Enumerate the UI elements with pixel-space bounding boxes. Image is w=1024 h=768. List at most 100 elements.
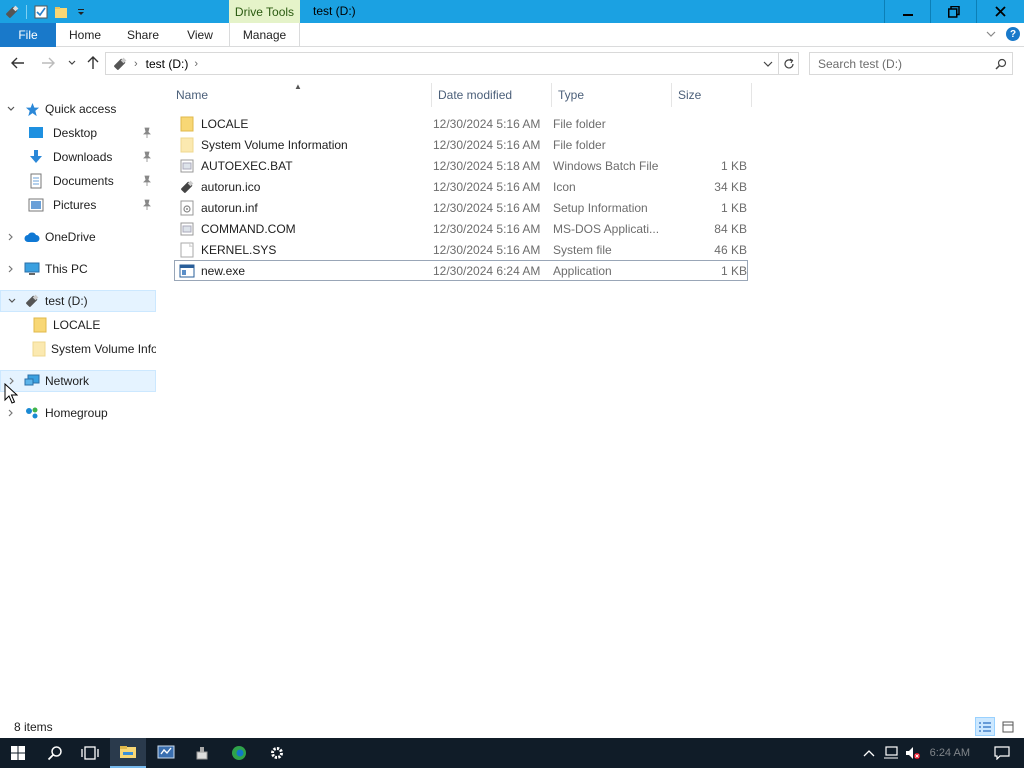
network-status-icon[interactable] bbox=[880, 738, 902, 768]
task-view-button[interactable] bbox=[72, 738, 108, 768]
nav-label: System Volume Information bbox=[51, 342, 156, 356]
tab-share[interactable]: Share bbox=[114, 23, 172, 47]
column-headers: ▲ Name Date modified Type Size bbox=[170, 82, 752, 107]
server-manager-icon bbox=[157, 745, 175, 759]
close-button[interactable] bbox=[976, 0, 1024, 23]
collapsed-arrow-icon[interactable] bbox=[6, 264, 16, 274]
recent-locations-button[interactable] bbox=[64, 55, 80, 71]
nav-homegroup[interactable]: Homegroup bbox=[6, 402, 156, 424]
collapsed-arrow-icon[interactable] bbox=[6, 408, 16, 418]
breadcrumb-drive[interactable]: test (D:) bbox=[146, 57, 189, 71]
chevron-up-icon[interactable] bbox=[858, 738, 880, 768]
network-app-taskbar-button[interactable] bbox=[184, 738, 220, 768]
nav-drive-d[interactable]: test (D:) bbox=[0, 290, 156, 312]
large-icons-view-button[interactable] bbox=[998, 717, 1018, 736]
expanded-arrow-icon[interactable] bbox=[7, 296, 17, 306]
edge-taskbar-button[interactable] bbox=[221, 738, 257, 768]
file-explorer-taskbar-button[interactable] bbox=[110, 738, 146, 768]
column-header-size[interactable]: Size bbox=[672, 83, 752, 107]
file-row-kernel-sys[interactable]: KERNEL.SYS 12/30/2024 5:16 AM System fil… bbox=[174, 239, 748, 260]
file-row-system-volume-information[interactable]: System Volume Information 12/30/2024 5:1… bbox=[174, 134, 748, 155]
file-row-locale[interactable]: LOCALE 12/30/2024 5:16 AM File folder bbox=[174, 113, 748, 134]
file-size: 84 KB bbox=[714, 221, 747, 236]
volume-muted-icon[interactable] bbox=[902, 738, 924, 768]
file-type: File folder bbox=[553, 116, 606, 131]
start-button[interactable] bbox=[0, 738, 36, 768]
nav-quick-access[interactable]: Quick access bbox=[6, 98, 156, 120]
details-view-button[interactable] bbox=[975, 717, 995, 736]
collapsed-arrow-icon[interactable] bbox=[6, 232, 16, 242]
breadcrumb-chevron-icon[interactable]: › bbox=[194, 58, 198, 70]
nav-pictures[interactable]: Pictures bbox=[28, 194, 156, 216]
search-taskbar-button[interactable] bbox=[37, 738, 73, 768]
column-header-type[interactable]: Type bbox=[552, 83, 672, 107]
file-name: LOCALE bbox=[201, 116, 249, 131]
nav-svi-folder[interactable]: System Volume Information bbox=[32, 338, 156, 360]
search-box[interactable]: Search test (D:) bbox=[809, 52, 1013, 75]
file-row-autorun-inf[interactable]: autorun.inf 12/30/2024 5:16 AM Setup Inf… bbox=[174, 197, 748, 218]
file-row-autoexec-bat[interactable]: AUTOEXEC.BAT 12/30/2024 5:18 AM Windows … bbox=[174, 155, 748, 176]
ribbon-right-controls: ? bbox=[986, 27, 1020, 41]
refresh-button[interactable] bbox=[778, 53, 798, 74]
nav-network[interactable]: Network bbox=[0, 370, 156, 392]
action-center-button[interactable] bbox=[980, 738, 1024, 768]
help-icon[interactable]: ? bbox=[1006, 27, 1020, 41]
file-row-command-com[interactable]: COMMAND.COM 12/30/2024 5:16 AM MS-DOS Ap… bbox=[174, 218, 748, 239]
file-list: ▲ Name Date modified Type Size LOCALE 12… bbox=[160, 80, 1024, 710]
nav-this-pc[interactable]: This PC bbox=[6, 258, 156, 280]
search-input[interactable]: Search test (D:) bbox=[818, 57, 990, 71]
address-dropdown-button[interactable] bbox=[758, 53, 778, 74]
file-date: 12/30/2024 6:24 AM bbox=[433, 263, 541, 278]
address-bar[interactable]: › test (D:) › bbox=[105, 52, 799, 75]
pin-icon bbox=[143, 151, 151, 162]
usb-drive-icon bbox=[179, 179, 195, 195]
forward-button[interactable] bbox=[40, 55, 56, 71]
setup-info-icon bbox=[179, 200, 195, 216]
nav-onedrive[interactable]: OneDrive bbox=[6, 226, 156, 248]
search-icon[interactable] bbox=[990, 53, 1012, 74]
breadcrumb-chevron-icon[interactable]: › bbox=[134, 58, 138, 70]
file-row-autorun-ico[interactable]: autorun.ico 12/30/2024 5:16 AM Icon 34 K… bbox=[174, 176, 748, 197]
nav-label: Downloads bbox=[53, 150, 113, 164]
system-file-icon bbox=[179, 242, 195, 258]
navigation-pane: Quick access Desktop Downloads Documents… bbox=[0, 80, 160, 710]
restore-icon bbox=[947, 5, 960, 18]
mouse-cursor-icon bbox=[4, 383, 18, 404]
nav-label: Network bbox=[45, 374, 90, 388]
tab-manage[interactable]: Manage bbox=[229, 23, 300, 47]
column-header-date[interactable]: Date modified bbox=[432, 83, 552, 107]
usb-drive-icon bbox=[4, 4, 20, 20]
file-row-new-exe[interactable]: new.exe 12/30/2024 6:24 AM Application 1… bbox=[174, 260, 748, 281]
chevron-down-icon bbox=[763, 61, 773, 67]
back-button[interactable] bbox=[10, 55, 26, 71]
windows-logo-icon bbox=[11, 746, 25, 760]
new-folder-icon[interactable] bbox=[53, 4, 69, 20]
download-arrow-icon bbox=[28, 149, 44, 165]
nav-desktop[interactable]: Desktop bbox=[28, 122, 156, 144]
customize-qat-icon[interactable] bbox=[73, 4, 89, 20]
file-type: System file bbox=[553, 242, 612, 257]
folder-icon bbox=[179, 137, 195, 153]
expand-ribbon-icon[interactable] bbox=[986, 27, 996, 41]
usb-drive-icon bbox=[112, 56, 128, 72]
nav-downloads[interactable]: Downloads bbox=[28, 146, 156, 168]
restore-button[interactable] bbox=[930, 0, 976, 23]
server-manager-taskbar-button[interactable] bbox=[148, 738, 184, 768]
file-type: Setup Information bbox=[553, 200, 648, 215]
file-name: autorun.inf bbox=[201, 200, 258, 215]
properties-icon[interactable] bbox=[33, 4, 49, 20]
column-header-name[interactable]: ▲ Name bbox=[170, 82, 432, 107]
tab-view[interactable]: View bbox=[172, 23, 228, 47]
clock[interactable]: 6:24 AM bbox=[930, 747, 970, 759]
expanded-arrow-icon[interactable] bbox=[6, 104, 16, 114]
tab-home[interactable]: Home bbox=[56, 23, 114, 47]
file-type: Application bbox=[553, 263, 612, 278]
settings-taskbar-button[interactable] bbox=[259, 738, 295, 768]
nav-locale-folder[interactable]: LOCALE bbox=[32, 314, 156, 336]
nav-documents[interactable]: Documents bbox=[28, 170, 156, 192]
file-size: 46 KB bbox=[714, 242, 747, 257]
minimize-button[interactable] bbox=[884, 0, 930, 23]
up-button[interactable] bbox=[85, 55, 101, 71]
tab-file[interactable]: File bbox=[0, 23, 56, 47]
ribbon-tabs: File Home Share View Manage ? bbox=[0, 23, 1024, 47]
